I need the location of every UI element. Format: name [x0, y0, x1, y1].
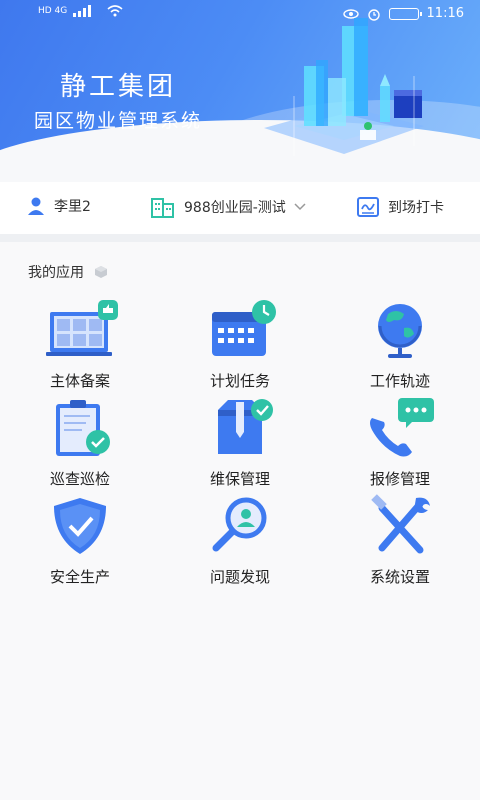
app-label: 维保管理 [209, 470, 270, 488]
section-divider [0, 234, 480, 242]
user-icon [28, 197, 44, 215]
app-maintenance[interactable]: 维保管理 [170, 396, 310, 492]
chevron-down-icon [294, 203, 306, 211]
app-subtitle: 园区物业管理系统 [34, 110, 203, 132]
shield-check-icon [54, 498, 106, 554]
wifi-icon [107, 5, 123, 17]
network-text: HD 4G [38, 6, 68, 16]
signal-icon [73, 5, 92, 17]
registry-icon [46, 300, 118, 356]
info-bar: 李里2 988创业园-测试 到场打卡 [0, 182, 480, 234]
signature-icon [357, 197, 379, 217]
clipboard-check-icon [56, 400, 110, 456]
app-plan-task[interactable]: 计划任务 [170, 298, 310, 394]
app-repair[interactable]: 报修管理 [330, 396, 470, 492]
calendar-clock-icon [212, 300, 276, 356]
app-label: 报修管理 [369, 470, 430, 488]
user-name: 李里2 [54, 199, 91, 215]
app-settings[interactable]: 系统设置 [330, 494, 470, 590]
app-registry[interactable]: 主体备案 [10, 298, 150, 394]
app-label: 主体备案 [49, 372, 110, 390]
city-buildings-illustration [264, 18, 424, 156]
apps-section: 我的应用 主体备案 计划任务 工作轨迹 巡查巡检 维保管理 报修管理 安全生产 … [0, 242, 480, 800]
app-safety[interactable]: 安全生产 [10, 494, 150, 590]
app-label: 系统设置 [369, 568, 430, 586]
phone-message-icon [370, 398, 434, 457]
app-label: 安全生产 [49, 568, 110, 586]
apps-title: 我的应用 [28, 265, 84, 281]
app-work-track[interactable]: 工作轨迹 [330, 298, 470, 394]
app-issue-find[interactable]: 问题发现 [170, 494, 310, 590]
header-banner: HD 4G 11:16 静工集团 园区物业管理系统 [0, 0, 480, 178]
app-label: 问题发现 [209, 568, 270, 586]
app-label: 巡查巡检 [49, 470, 110, 488]
user-info: 李里2 [26, 196, 91, 216]
search-user-icon [212, 497, 267, 552]
checkin-label: 到场打卡 [388, 200, 444, 216]
park-name: 988创业园-测试 [184, 200, 286, 216]
app-label: 工作轨迹 [369, 372, 430, 390]
checkin-button[interactable]: 到场打卡 [356, 196, 444, 218]
app-title: 静工集团 [60, 72, 177, 102]
app-label: 计划任务 [209, 372, 270, 390]
park-selector[interactable]: 988创业园-测试 [150, 196, 306, 218]
cube-icon [95, 266, 107, 278]
apps-header: 我的应用 [28, 262, 108, 282]
maintenance-box-icon [218, 399, 273, 454]
globe-icon [378, 304, 422, 358]
app-patrol[interactable]: 巡查巡检 [10, 396, 150, 492]
tools-icon [371, 494, 430, 554]
network-indicators: HD 4G [38, 5, 123, 17]
building-icon [151, 198, 174, 218]
